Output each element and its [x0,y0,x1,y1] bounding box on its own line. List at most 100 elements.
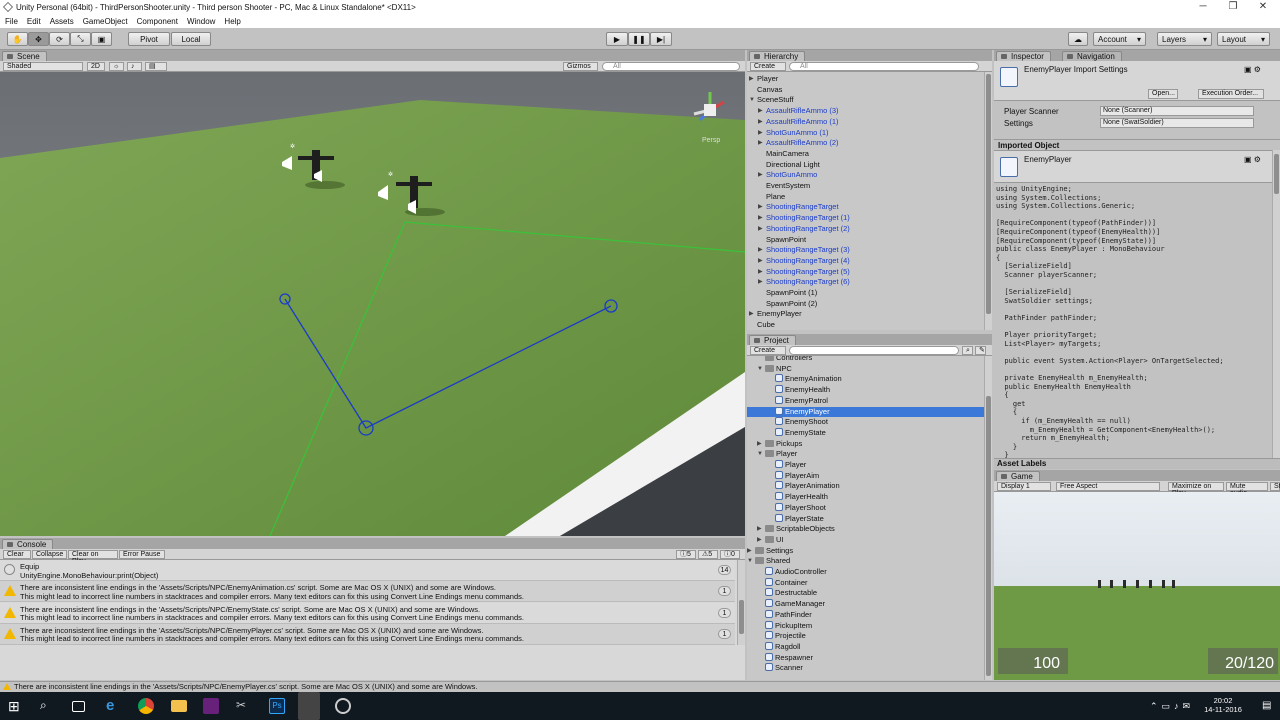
unity-icon[interactable] [298,692,320,720]
hierarchy-item[interactable]: ▶ ShootingRangeTarget (3) [747,245,992,256]
layout-dropdown[interactable]: Layout ▾ [1217,32,1270,46]
hierarchy-item[interactable]: ▶ AssaultRifleAmmo (3) [747,106,992,117]
project-script[interactable]: EnemyPatrol [747,395,992,407]
project-script[interactable]: Container [747,577,992,589]
pivot-button[interactable]: Pivot [128,32,170,46]
project-script[interactable]: GameManager [747,599,992,610]
console-entry[interactable]: There are inconsistent line endings in t… [0,581,735,603]
inspector-scrollbar[interactable] [1272,150,1280,460]
project-script[interactable]: PlayerAnimation [747,481,992,492]
hierarchy-item[interactable]: ▶ AssaultRifleAmmo (2) [747,138,992,149]
expand-right-icon[interactable]: ▶ [758,245,763,256]
project-folder[interactable]: ▼ Player [747,449,992,460]
maximize-on-play-toggle[interactable]: Maximize on Play [1168,482,1224,497]
expand-down-icon[interactable]: ▼ [749,95,755,106]
stats-toggle[interactable]: St [1270,482,1280,491]
project-script[interactable]: AudioController [747,567,992,578]
expand-right-icon[interactable]: ▶ [758,277,763,288]
console-entry[interactable]: There are inconsistent line endings in t… [0,623,735,645]
collapse-button[interactable]: Collapse [32,550,67,559]
project-script[interactable]: EnemyShoot [747,417,992,428]
menu-gameobject[interactable]: GameObject [83,17,128,26]
filter-icon[interactable]: ⌕ [962,346,973,355]
edge-icon[interactable]: e [106,698,122,714]
expand-right-icon[interactable]: ▶ [758,128,763,139]
scroll-thumb[interactable] [986,74,991,314]
project-script[interactable]: PickupItem [747,620,992,632]
account-dropdown[interactable]: Account ▾ [1093,32,1146,46]
scene-viewport[interactable]: ✲ ✲ Persp [0,72,745,536]
local-button[interactable]: Local [171,32,211,46]
execution-order-button[interactable]: Execution Order... [1198,89,1264,99]
project-script[interactable]: EnemyState [747,427,992,439]
project-script[interactable]: Projectile [747,631,992,642]
project-scrollbar[interactable] [984,356,992,680]
info-count-toggle[interactable]: ⓘ5 [676,550,696,559]
project-script[interactable]: PlayerState [747,513,992,525]
notifications-icon[interactable]: ▤ [1262,700,1271,711]
task-view-icon[interactable] [72,701,85,712]
menu-component[interactable]: Component [137,17,178,26]
hierarchy-item[interactable]: Cube [747,320,992,331]
step-icon[interactable]: ▶| [650,32,672,46]
project-script[interactable]: Respawner [747,652,992,664]
expand-down-icon[interactable]: ▼ [757,364,763,375]
mode-2d-toggle[interactable]: 2D [87,62,105,71]
hierarchy-scrollbar[interactable] [984,72,992,330]
photoshop-icon[interactable]: Ps [269,698,285,714]
clock[interactable]: 20:02 14-11-2016 [1200,696,1246,714]
rect-icon[interactable]: ▣ [91,32,112,46]
console-entry[interactable]: Equip UnityEngine.MonoBehaviour:print(Obj… [0,560,735,581]
field-player-scanner[interactable]: None (Scanner) [1100,106,1254,116]
hierarchy-item[interactable]: ▶ EnemyPlayer [747,309,992,320]
gizmos-dropdown[interactable]: Gizmos [563,62,598,71]
layers-dropdown[interactable]: Layers ▾ [1157,32,1212,46]
hierarchy-item[interactable]: SpawnPoint (1) [747,288,992,299]
scale-icon[interactable]: ⤡ [70,32,91,46]
hierarchy-item[interactable]: ▶ ShootingRangeTarget (1) [747,213,992,224]
hierarchy-item[interactable]: ▶ Player [747,74,992,85]
help-icon[interactable]: ▣ ⚙ [1244,65,1261,74]
expand-down-icon[interactable]: ▼ [747,556,753,567]
error-count-toggle[interactable]: ⓘ0 [720,550,740,559]
tools-icon[interactable]: ✂ [236,698,252,714]
console-entry[interactable]: There are inconsistent line endings in t… [0,602,735,624]
hierarchy-item[interactable]: SpawnPoint (2) [747,299,992,310]
explorer-icon[interactable] [171,700,187,712]
restore-icon[interactable]: ❐ [1216,0,1250,15]
hierarchy-item[interactable]: ▶ ShootingRangeTarget (2) [747,224,992,235]
cloud-icon[interactable]: ☁ [1068,32,1088,46]
hierarchy-search-input[interactable]: All [789,62,979,71]
minimize-icon[interactable]: ─ [1186,0,1220,15]
hierarchy-item[interactable]: Canvas [747,85,992,96]
console-scrollbar[interactable] [737,560,745,645]
expand-right-icon[interactable]: ▶ [758,213,763,224]
project-script[interactable]: EnemyAnimation [747,374,992,385]
project-search-input[interactable] [789,346,959,355]
project-folder[interactable]: Controllers [747,356,992,364]
hierarchy-item[interactable]: ▶ ShotGunAmmo (1) [747,128,992,139]
field-settings[interactable]: None (SwatSoldier) [1100,118,1254,128]
chrome-icon[interactable] [138,698,154,714]
hierarchy-item[interactable]: ▶ ShootingRangeTarget [747,202,992,213]
project-script[interactable]: EnemyPlayer [747,406,992,418]
project-script[interactable]: Scanner [747,663,992,674]
menu-assets[interactable]: Assets [50,17,74,26]
project-folder[interactable]: ▶ ScriptableObjects [747,524,992,535]
mute-audio-toggle[interactable]: Mute audio [1226,482,1268,497]
expand-down-icon[interactable]: ▼ [757,449,763,460]
display-dropdown[interactable]: Display 1 [997,482,1051,491]
hierarchy-item[interactable]: MainCamera [747,149,992,160]
expand-right-icon[interactable]: ▶ [758,106,763,117]
expand-right-icon[interactable]: ▶ [758,202,763,213]
shading-dropdown[interactable]: Shaded [3,62,83,71]
expand-right-icon[interactable]: ▶ [758,267,763,278]
project-create-button[interactable]: Create [750,346,786,355]
asset-labels-bar[interactable]: Asset Labels [994,458,1280,469]
clear-button[interactable]: Clear [3,550,31,559]
project-script[interactable]: PathFinder [747,609,992,621]
scene-search-input[interactable]: All [602,62,740,71]
lighting-icon[interactable]: ☼ [109,62,124,71]
warning-count-toggle[interactable]: ⚠5 [698,550,718,559]
expand-right-icon[interactable]: ▶ [758,170,763,181]
